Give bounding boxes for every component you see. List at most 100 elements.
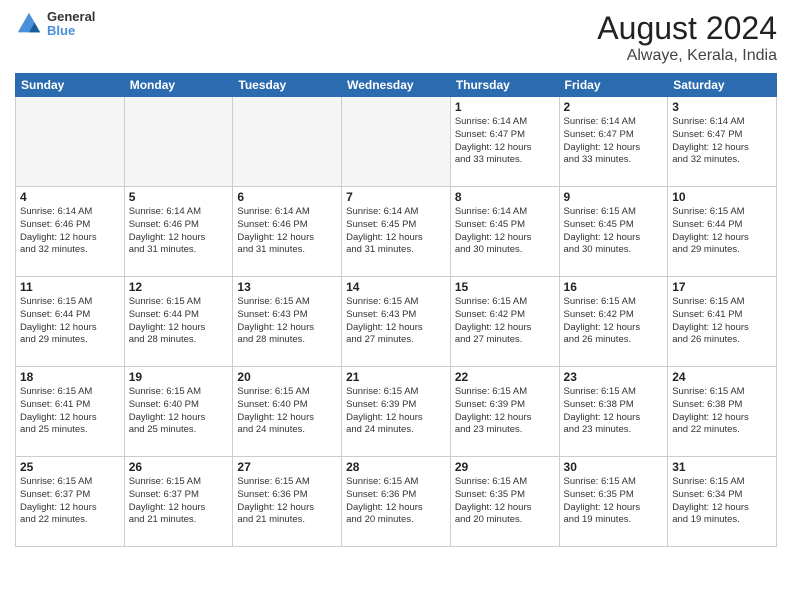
weekday-header: Friday [559,74,668,97]
day-number: 24 [672,370,772,384]
day-info: Sunrise: 6:15 AMSunset: 6:36 PMDaylight:… [237,476,337,527]
day-info: Sunrise: 6:15 AMSunset: 6:45 PMDaylight:… [564,206,664,257]
day-number: 6 [237,190,337,204]
day-info: Sunrise: 6:15 AMSunset: 6:41 PMDaylight:… [672,296,772,347]
calendar-day-cell: 29 Sunrise: 6:15 AMSunset: 6:35 PMDayligh… [450,457,559,547]
day-info: Sunrise: 6:15 AMSunset: 6:41 PMDaylight:… [20,386,120,437]
day-info: Sunrise: 6:15 AMSunset: 6:43 PMDaylight:… [237,296,337,347]
logo: General Blue [15,10,95,39]
calendar-day-cell: 18 Sunrise: 6:15 AMSunset: 6:41 PMDayligh… [16,367,125,457]
day-info: Sunrise: 6:14 AMSunset: 6:47 PMDaylight:… [564,116,664,167]
day-number: 2 [564,100,664,114]
calendar-day-cell: 2 Sunrise: 6:14 AMSunset: 6:47 PMDaylight… [559,97,668,187]
calendar-week-row: 18 Sunrise: 6:15 AMSunset: 6:41 PMDayligh… [16,367,777,457]
calendar-day-cell: 22 Sunrise: 6:15 AMSunset: 6:39 PMDayligh… [450,367,559,457]
calendar-day-cell: 28Sunrise: 6:15 AMSunset: 6:36 PMDayligh… [342,457,451,547]
day-info: Sunrise: 6:15 AMSunset: 6:39 PMDaylight:… [455,386,555,437]
day-number: 4 [20,190,120,204]
day-info: Sunrise: 6:15 AMSunset: 6:37 PMDaylight:… [129,476,229,527]
day-info: Sunrise: 6:15 AMSunset: 6:35 PMDaylight:… [455,476,555,527]
weekday-header: Wednesday [342,74,451,97]
day-info: Sunrise: 6:15 AMSunset: 6:34 PMDaylight:… [672,476,772,527]
day-info: Sunrise: 6:14 AMSunset: 6:46 PMDaylight:… [237,206,337,257]
calendar-day-cell: 31 Sunrise: 6:15 AMSunset: 6:34 PMDayligh… [668,457,777,547]
calendar-day-cell: 12 Sunrise: 6:15 AMSunset: 6:44 PMDayligh… [124,277,233,367]
day-number: 16 [564,280,664,294]
calendar-day-cell: 13 Sunrise: 6:15 AMSunset: 6:43 PMDayligh… [233,277,342,367]
calendar-day-cell: 9 Sunrise: 6:15 AMSunset: 6:45 PMDaylight… [559,187,668,277]
calendar-week-row: 1 Sunrise: 6:14 AMSunset: 6:47 PMDaylight… [16,97,777,187]
calendar-day-cell: 20Sunrise: 6:15 AMSunset: 6:40 PMDayligh… [233,367,342,457]
day-number: 10 [672,190,772,204]
day-info: Sunrise: 6:15 AMSunset: 6:44 PMDaylight:… [672,206,772,257]
logo-line2: Blue [47,24,95,38]
calendar-day-cell: 24 Sunrise: 6:15 AMSunset: 6:38 PMDayligh… [668,367,777,457]
calendar-day-cell: 7 Sunrise: 6:14 AMSunset: 6:45 PMDaylight… [342,187,451,277]
day-info: Sunrise: 6:15 AMSunset: 6:43 PMDaylight:… [346,296,446,347]
day-number: 22 [455,370,555,384]
day-info: Sunrise: 6:15 AMSunset: 6:35 PMDaylight:… [564,476,664,527]
day-info: Sunrise: 6:15 AMSunset: 6:40 PMDaylight:… [129,386,229,437]
day-info: Sunrise: 6:15 AMSunset: 6:38 PMDaylight:… [564,386,664,437]
day-number: 19 [129,370,229,384]
day-number: 27 [237,460,337,474]
day-number: 9 [564,190,664,204]
day-number: 13 [237,280,337,294]
calendar-day-cell: 3Sunrise: 6:14 AMSunset: 6:47 PMDaylight… [668,97,777,187]
logo-text: General Blue [47,10,95,39]
day-number: 25 [20,460,120,474]
day-info: Sunrise: 6:15 AMSunset: 6:44 PMDaylight:… [129,296,229,347]
day-info: Sunrise: 6:15 AMSunset: 6:37 PMDaylight:… [20,476,120,527]
day-number: 3 [672,100,772,114]
day-number: 18 [20,370,120,384]
page-container: General Blue August 2024 Alwaye, Kerala,… [0,0,792,612]
weekday-header-row: SundayMondayTuesdayWednesdayThursdayFrid… [16,74,777,97]
calendar-day-cell: 27 Sunrise: 6:15 AMSunset: 6:36 PMDayligh… [233,457,342,547]
day-number: 26 [129,460,229,474]
calendar-week-row: 4 Sunrise: 6:14 AMSunset: 6:46 PMDaylight… [16,187,777,277]
calendar-week-row: 11 Sunrise: 6:15 AMSunset: 6:44 PMDayligh… [16,277,777,367]
day-info: Sunrise: 6:15 AMSunset: 6:44 PMDaylight:… [20,296,120,347]
day-info: Sunrise: 6:14 AMSunset: 6:46 PMDaylight:… [129,206,229,257]
calendar-day-cell: 10 Sunrise: 6:15 AMSunset: 6:44 PMDayligh… [668,187,777,277]
calendar-day-cell: 11 Sunrise: 6:15 AMSunset: 6:44 PMDayligh… [16,277,125,367]
day-number: 5 [129,190,229,204]
calendar-day-cell: 1 Sunrise: 6:14 AMSunset: 6:47 PMDaylight… [450,97,559,187]
day-number: 8 [455,190,555,204]
calendar-day-cell: 15 Sunrise: 6:15 AMSunset: 6:42 PMDayligh… [450,277,559,367]
calendar-day-cell: 4 Sunrise: 6:14 AMSunset: 6:46 PMDaylight… [16,187,125,277]
day-number: 7 [346,190,446,204]
calendar-day-cell: 23 Sunrise: 6:15 AMSunset: 6:38 PMDayligh… [559,367,668,457]
day-number: 14 [346,280,446,294]
day-number: 28 [346,460,446,474]
calendar-day-cell: 16Sunrise: 6:15 AMSunset: 6:42 PMDayligh… [559,277,668,367]
calendar-day-cell: 14 Sunrise: 6:15 AMSunset: 6:43 PMDayligh… [342,277,451,367]
day-number: 15 [455,280,555,294]
day-number: 20 [237,370,337,384]
calendar-week-row: 25 Sunrise: 6:15 AMSunset: 6:37 PMDayligh… [16,457,777,547]
day-number: 1 [455,100,555,114]
calendar-subtitle: Alwaye, Kerala, India [597,47,777,65]
day-info: Sunrise: 6:14 AMSunset: 6:46 PMDaylight:… [20,206,120,257]
header: General Blue August 2024 Alwaye, Kerala,… [15,10,777,65]
day-info: Sunrise: 6:14 AMSunset: 6:47 PMDaylight:… [455,116,555,167]
calendar-day-cell: 25 Sunrise: 6:15 AMSunset: 6:37 PMDayligh… [16,457,125,547]
calendar-day-cell: 26 Sunrise: 6:15 AMSunset: 6:37 PMDayligh… [124,457,233,547]
day-number: 17 [672,280,772,294]
title-block: August 2024 Alwaye, Kerala, India [597,10,777,65]
day-number: 29 [455,460,555,474]
day-number: 23 [564,370,664,384]
day-info: Sunrise: 6:15 AMSunset: 6:38 PMDaylight:… [672,386,772,437]
calendar-day-cell: 17 Sunrise: 6:15 AMSunset: 6:41 PMDayligh… [668,277,777,367]
calendar-table: SundayMondayTuesdayWednesdayThursdayFrid… [15,73,777,547]
logo-line1: General [47,10,95,24]
day-number: 31 [672,460,772,474]
calendar-day-cell [124,97,233,187]
day-info: Sunrise: 6:15 AMSunset: 6:42 PMDaylight:… [455,296,555,347]
day-number: 11 [20,280,120,294]
calendar-day-cell [342,97,451,187]
day-info: Sunrise: 6:14 AMSunset: 6:45 PMDaylight:… [346,206,446,257]
day-number: 30 [564,460,664,474]
day-number: 12 [129,280,229,294]
day-info: Sunrise: 6:14 AMSunset: 6:45 PMDaylight:… [455,206,555,257]
